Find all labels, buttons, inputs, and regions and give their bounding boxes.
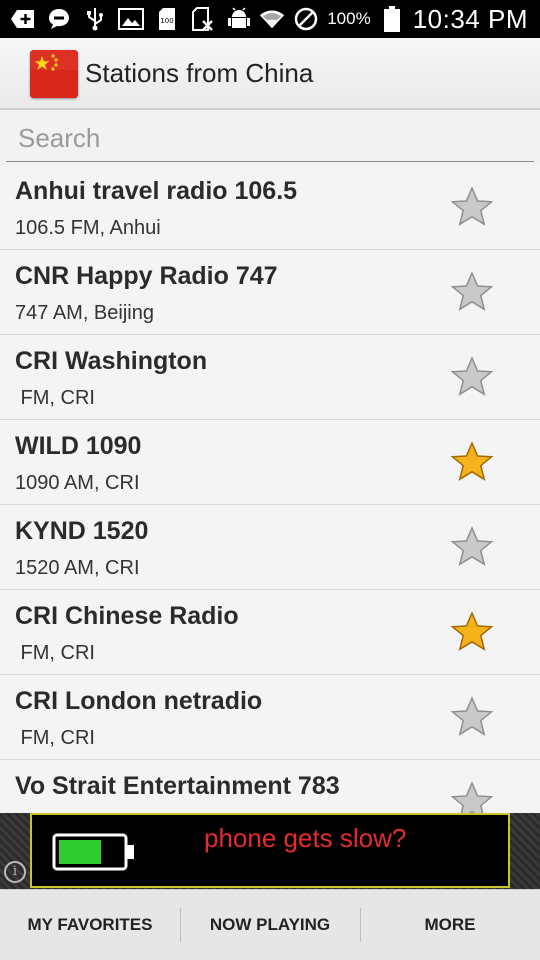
list-item[interactable]: Vo Strait Entertainment 783 — [0, 760, 540, 813]
favorite-star-icon[interactable] — [450, 440, 494, 484]
favorite-star-icon[interactable] — [450, 695, 494, 739]
battery-icon — [379, 6, 405, 32]
station-name: CRI Chinese Radio — [15, 602, 239, 630]
list-item[interactable]: CRI Washington FM, CRI — [0, 335, 540, 420]
station-name: CNR Happy Radio 747 — [15, 262, 278, 290]
notification-icons: 100 — [10, 6, 252, 32]
station-subtitle: 1090 AM, CRI — [15, 472, 140, 494]
station-name: CRI Washington — [15, 347, 208, 375]
station-subtitle: 1520 AM, CRI — [15, 557, 140, 579]
sd-card-icon: 100 — [154, 7, 180, 31]
favorite-star-icon[interactable] — [450, 270, 494, 314]
list-item[interactable]: CRI Chinese Radio FM, CRI — [0, 590, 540, 675]
chat-icon — [46, 7, 72, 31]
more-button[interactable]: MORE — [360, 890, 540, 960]
china-flag-icon[interactable] — [30, 50, 78, 98]
station-name: WILD 1090 — [15, 432, 142, 460]
add-icon — [10, 7, 36, 31]
list-item[interactable]: CNR Happy Radio 747 747 AM, Beijing — [0, 250, 540, 335]
favorite-star-icon[interactable] — [450, 525, 494, 569]
battery-percent: 100% — [327, 9, 371, 28]
station-subtitle: 747 AM, Beijing — [15, 302, 154, 324]
no-sim-icon — [190, 7, 216, 31]
android-debug-icon — [226, 7, 252, 31]
favorite-star-icon[interactable] — [450, 355, 494, 399]
ad-banner[interactable]: i phone gets slow? — [0, 813, 540, 889]
info-icon[interactable]: i — [4, 861, 26, 883]
favorite-star-icon[interactable] — [450, 610, 494, 654]
action-bar: Stations from China — [0, 38, 540, 110]
station-name: Anhui travel radio 106.5 — [15, 177, 298, 205]
station-name: KYND 1520 — [15, 517, 149, 545]
clock: 10:34 PM — [412, 3, 528, 34]
usb-icon — [82, 7, 108, 31]
station-list[interactable]: Anhui travel radio 106.5 106.5 FM, Anhui… — [0, 165, 540, 813]
image-icon — [118, 7, 144, 31]
bottom-nav: MY FAVORITES NOW PLAYING MORE — [0, 889, 540, 960]
list-item[interactable]: KYND 1520 1520 AM, CRI — [0, 505, 540, 590]
station-subtitle: FM, CRI — [15, 642, 95, 664]
ad-text: phone gets slow? — [204, 823, 407, 853]
station-name: Vo Strait Entertainment 783 — [15, 772, 340, 800]
ad-content[interactable]: phone gets slow? — [30, 813, 510, 888]
do-not-disturb-icon — [293, 7, 319, 31]
station-subtitle: 106.5 FM, Anhui — [15, 217, 161, 239]
list-item[interactable]: Anhui travel radio 106.5 106.5 FM, Anhui — [0, 165, 540, 250]
favorite-star-icon[interactable] — [450, 185, 494, 229]
svg-text:100: 100 — [160, 17, 173, 25]
station-name: CRI London netradio — [15, 687, 263, 715]
my-favorites-button[interactable]: MY FAVORITES — [0, 890, 180, 960]
page-title: Stations from China — [85, 58, 314, 88]
station-subtitle: FM, CRI — [15, 387, 95, 409]
battery-icon — [52, 833, 134, 871]
favorite-star-icon[interactable] — [450, 780, 494, 813]
status-indicators: 100% 10:34 PM — [259, 0, 528, 38]
wifi-icon — [259, 7, 285, 31]
station-subtitle: FM, CRI — [15, 727, 95, 749]
list-item[interactable]: WILD 1090 1090 AM, CRI — [0, 420, 540, 505]
now-playing-button[interactable]: NOW PLAYING — [180, 890, 360, 960]
status-bar: 100 100% 10:34 PM — [0, 0, 540, 38]
list-item[interactable]: CRI London netradio FM, CRI — [0, 675, 540, 760]
search-input[interactable] — [6, 116, 534, 162]
